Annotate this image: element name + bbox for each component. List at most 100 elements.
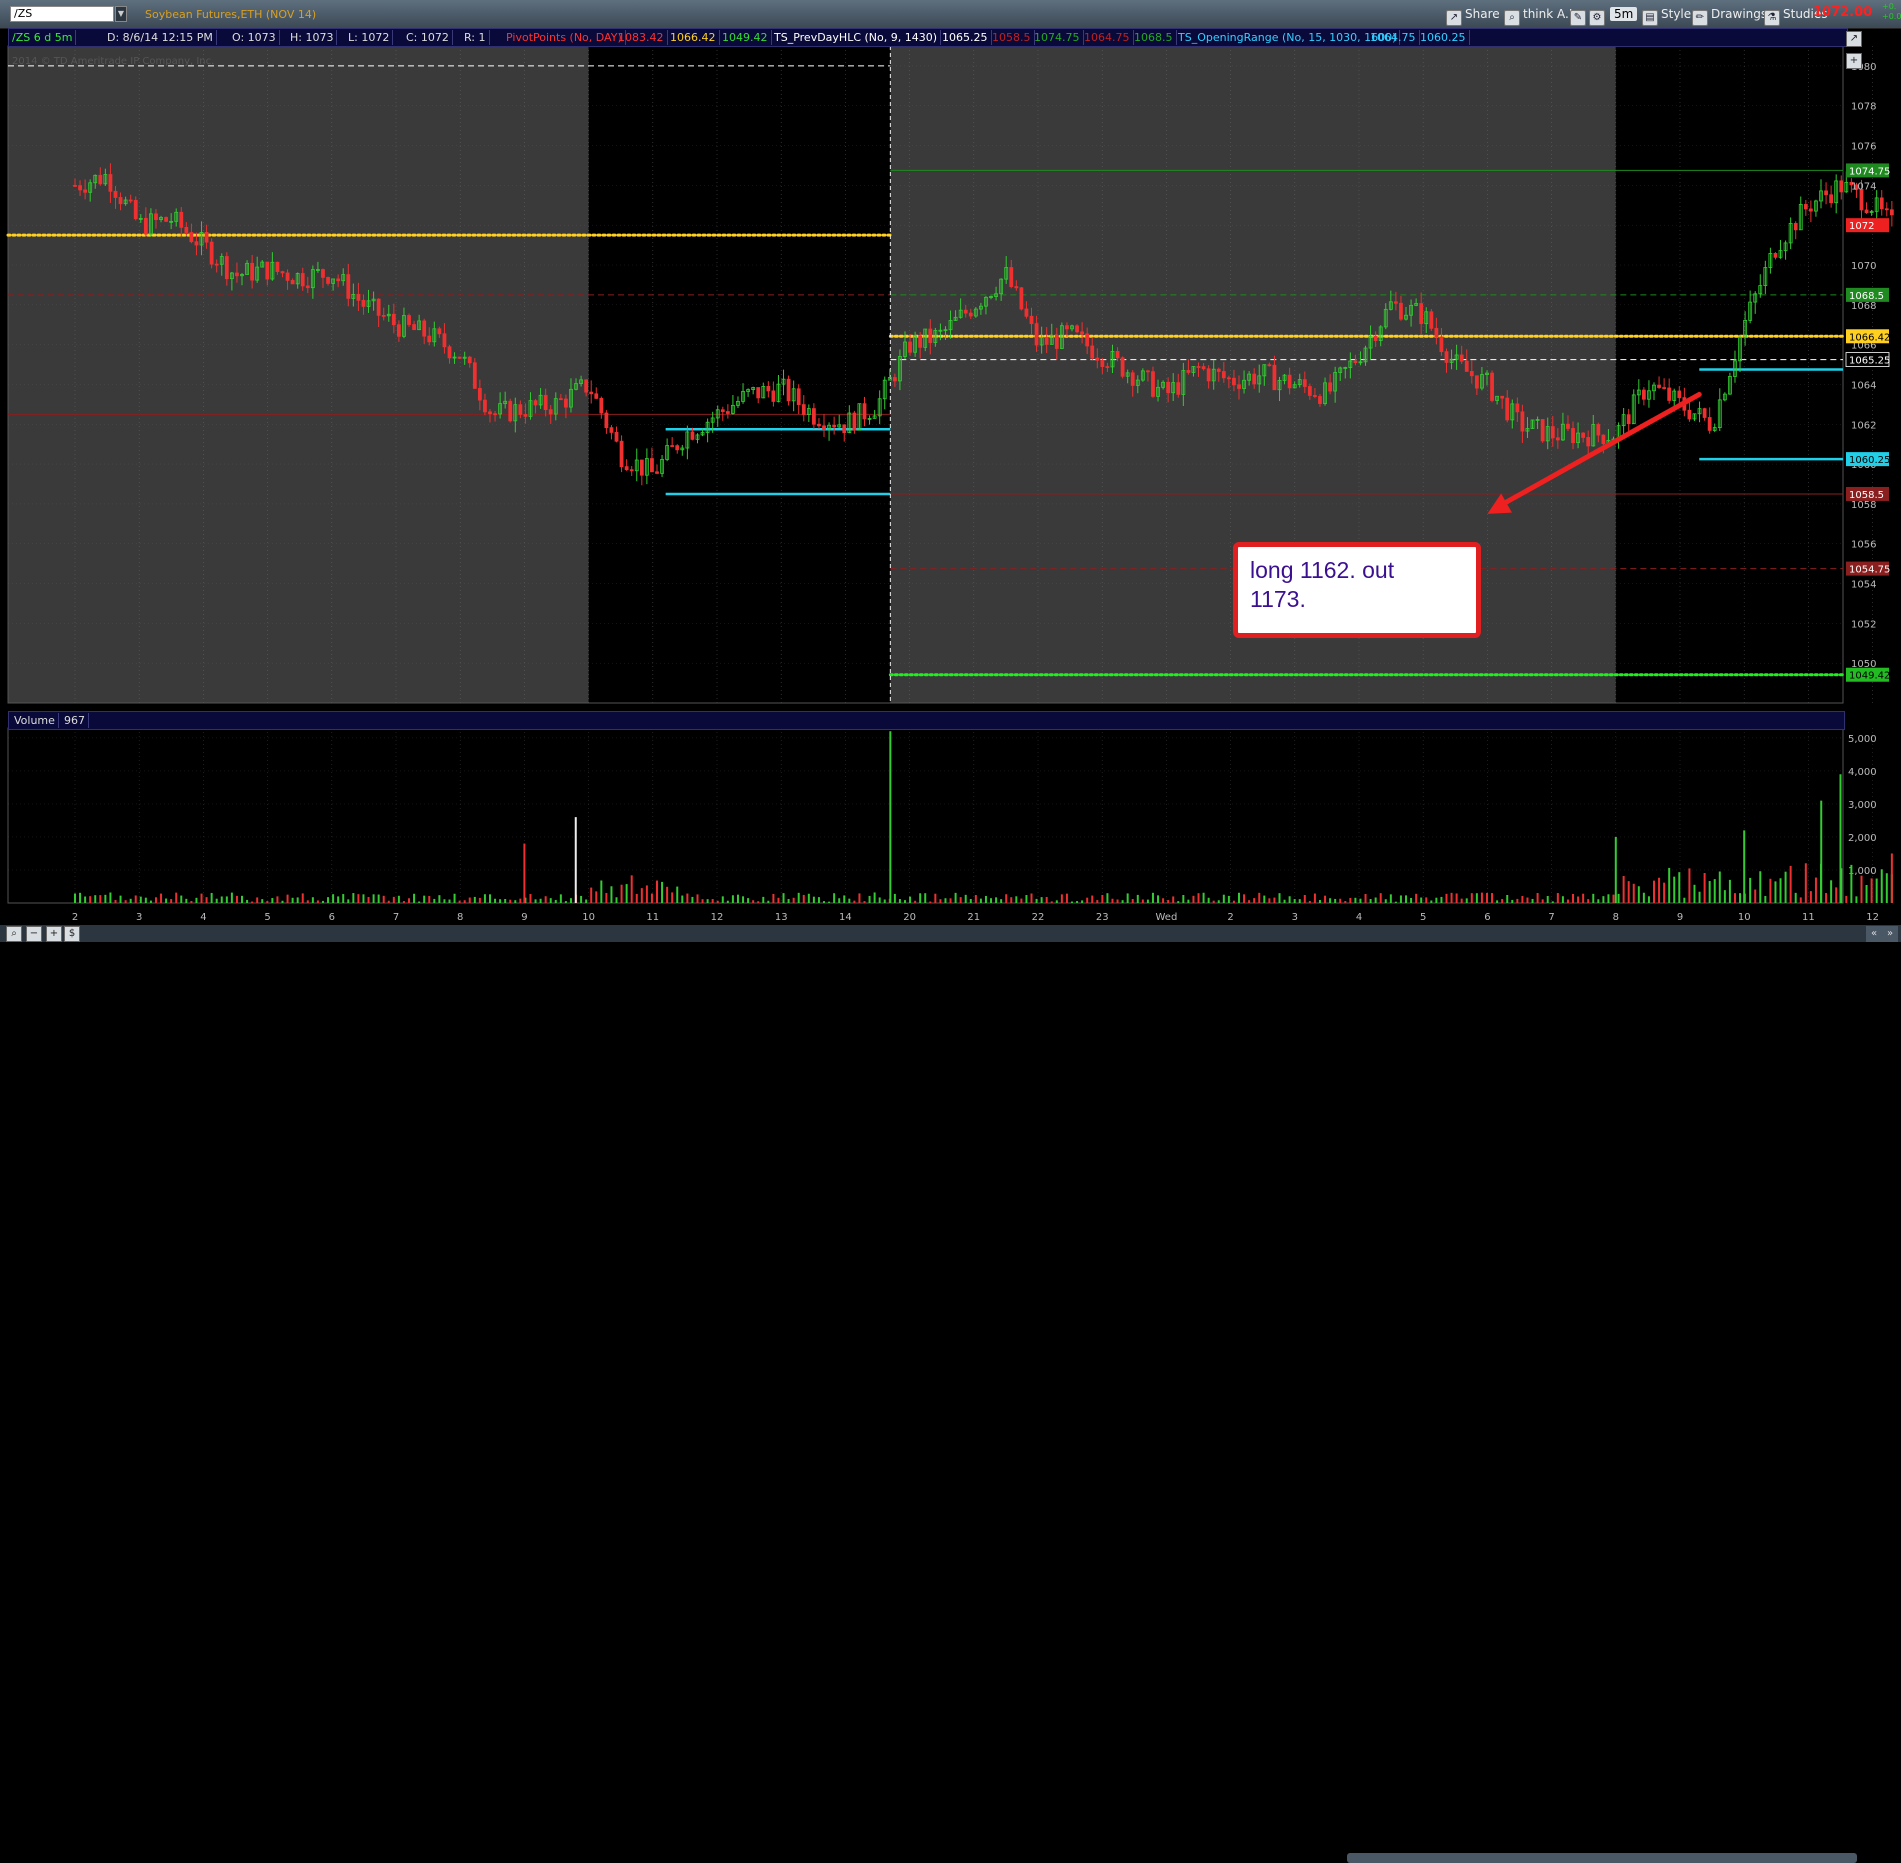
- horizontal-scrollbar[interactable]: [1347, 1853, 1857, 1863]
- x-tick-label: 20: [903, 912, 916, 923]
- candle-body: [189, 232, 194, 243]
- zoom-out-icon[interactable]: −: [26, 926, 42, 942]
- x-tick-label: 9: [1677, 912, 1683, 923]
- candle-body: [558, 398, 563, 401]
- x-tick-label: 11: [646, 912, 659, 923]
- candle-body: [908, 341, 912, 353]
- candle-body: [1393, 301, 1398, 304]
- candle-body: [1773, 253, 1778, 258]
- info-item: 1068.5: [1131, 30, 1177, 45]
- info-item[interactable]: TS_PrevDayHLC (No, 9, 1430): [771, 30, 942, 45]
- info-item: 1074.75: [1031, 30, 1084, 45]
- info-item: 1065.25: [939, 30, 992, 45]
- candle-body: [300, 273, 305, 287]
- candle-body: [822, 425, 826, 430]
- candle-body: [963, 309, 968, 314]
- candle-body: [771, 390, 776, 402]
- candle-body: [1505, 397, 1510, 421]
- candle-body: [1146, 370, 1150, 373]
- candle-body: [336, 278, 341, 282]
- candle-body: [285, 272, 290, 281]
- candle-body: [1216, 368, 1221, 372]
- candle-body: [1267, 364, 1272, 367]
- volume-label: Volume: [11, 713, 59, 728]
- draw-tool-icon[interactable]: ↗: [1846, 31, 1862, 47]
- candle-body: [179, 211, 184, 228]
- candle-body: [1515, 403, 1520, 413]
- candle-body: [523, 414, 528, 417]
- candle-body: [1571, 428, 1575, 444]
- info-item: 1049.42: [719, 30, 772, 45]
- session-background: [8, 46, 589, 703]
- candle-body: [164, 217, 168, 222]
- candle-body: [1399, 302, 1403, 320]
- candle-body: [78, 185, 82, 191]
- candle-body: [1540, 419, 1545, 442]
- x-tick-label: 5: [1420, 912, 1426, 923]
- candle-body: [1839, 180, 1844, 193]
- copyright-text: 2014 © TD Ameritrade IP Company, Inc.: [12, 56, 215, 67]
- candle-body: [128, 199, 133, 202]
- candle-body: [204, 231, 209, 243]
- price-chart[interactable]: 1050105210541056105810601062106410661068…: [0, 0, 1901, 942]
- candle-body: [1353, 360, 1358, 364]
- candle-body: [1318, 396, 1322, 404]
- candle-body: [265, 261, 270, 280]
- info-item: 1083.42: [615, 30, 668, 45]
- candle-body: [224, 256, 229, 280]
- candle-body: [1313, 395, 1317, 397]
- candle-body: [209, 241, 214, 265]
- candle-body: [892, 377, 897, 382]
- scroll-left-icon[interactable]: «: [1866, 926, 1882, 942]
- candle-body: [1469, 371, 1474, 377]
- candle-body: [1596, 424, 1601, 436]
- candle-body: [143, 217, 148, 235]
- candle-body: [1196, 366, 1201, 368]
- candle-body: [1464, 360, 1469, 372]
- crosshair-icon[interactable]: +: [1846, 53, 1862, 69]
- dollar-icon[interactable]: $: [64, 926, 80, 942]
- candle-body: [477, 387, 482, 401]
- candle-body: [1307, 386, 1312, 396]
- x-tick-label: 8: [1613, 912, 1619, 923]
- x-tick-label: 23: [1096, 912, 1109, 923]
- bottom-bar: ⌕ − + $ « »: [0, 925, 1901, 1863]
- annotation-line-2: 1173.: [1250, 586, 1306, 612]
- info-item[interactable]: PivotPoints (No, DAY): [503, 30, 626, 45]
- candle-body: [1024, 308, 1029, 317]
- candle-body: [1186, 370, 1191, 373]
- x-tick-label: 2: [1227, 912, 1233, 923]
- candle-body: [619, 440, 624, 468]
- zoom-in-icon[interactable]: +: [46, 926, 62, 942]
- candle-body: [609, 427, 614, 433]
- scroll-right-icon[interactable]: »: [1882, 926, 1898, 942]
- x-tick-label: 6: [1484, 912, 1490, 923]
- candle-body: [356, 293, 361, 301]
- candle-body: [1434, 327, 1439, 338]
- candle-body: [98, 174, 103, 185]
- info-item[interactable]: /ZS 6 d 5m: [9, 30, 77, 45]
- zoom-icon[interactable]: ⌕: [6, 926, 22, 942]
- candle-body: [1221, 371, 1226, 379]
- candle-body: [1586, 437, 1591, 447]
- candle-body: [391, 313, 396, 326]
- candle-body: [655, 471, 659, 474]
- candle-body: [1793, 222, 1798, 231]
- candle-body: [1120, 357, 1125, 377]
- candle-body: [326, 277, 330, 284]
- candle-body: [467, 356, 472, 364]
- candle-body: [725, 411, 730, 414]
- info-item: D: 8/6/14 12:15 PM: [104, 30, 217, 45]
- candle-body: [918, 335, 923, 348]
- candle-body: [73, 184, 77, 187]
- candle-body: [290, 279, 295, 285]
- candle-body: [518, 404, 523, 415]
- candle-body: [1201, 366, 1206, 370]
- candle-body: [412, 324, 416, 331]
- candle-body: [564, 398, 568, 408]
- candle-body: [1829, 194, 1834, 204]
- trade-annotation[interactable]: long 1162. out 1173.: [1233, 542, 1481, 638]
- candle-body: [376, 298, 381, 316]
- candle-body: [543, 394, 548, 411]
- candle-body: [1151, 371, 1155, 397]
